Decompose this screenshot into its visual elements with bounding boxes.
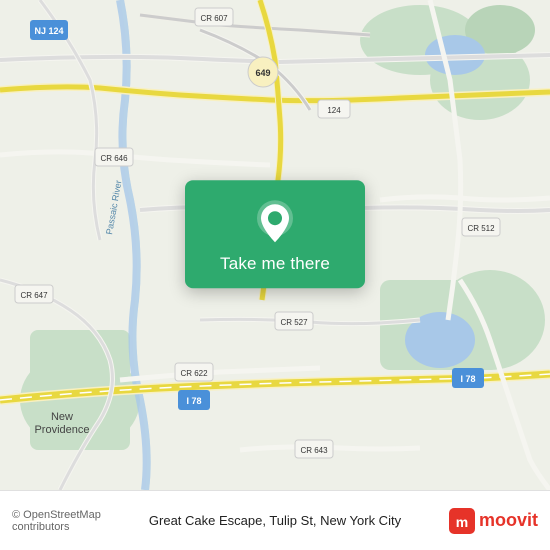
svg-text:CR 527: CR 527: [280, 318, 308, 327]
svg-text:Providence: Providence: [34, 424, 89, 436]
moovit-logo: m moovit: [411, 508, 539, 534]
svg-text:CR 607: CR 607: [200, 14, 228, 23]
svg-text:I 78: I 78: [460, 374, 475, 384]
svg-text:124: 124: [327, 106, 341, 115]
overlay-card[interactable]: Take me there: [185, 180, 365, 288]
svg-text:CR 512: CR 512: [467, 224, 495, 233]
take-me-there-button[interactable]: Take me there: [220, 254, 330, 274]
svg-text:NJ 124: NJ 124: [34, 26, 63, 36]
svg-text:CR 643: CR 643: [300, 446, 328, 455]
location-pin-icon: [251, 198, 299, 246]
location-label: Great Cake Escape, Tulip St, New York Ci…: [148, 513, 403, 528]
bottom-bar: © OpenStreetMap contributors Great Cake …: [0, 490, 550, 550]
svg-text:CR 646: CR 646: [100, 154, 128, 163]
svg-text:I 78: I 78: [186, 396, 201, 406]
moovit-text: moovit: [479, 510, 538, 531]
svg-text:CR 622: CR 622: [180, 369, 208, 378]
svg-text:m: m: [456, 514, 468, 530]
copyright-text: © OpenStreetMap contributors: [12, 509, 140, 533]
svg-text:CR 647: CR 647: [20, 291, 48, 300]
map-container: NJ 124 CR 607 649 124 CR 646 CR 512 CR 5…: [0, 0, 550, 490]
svg-text:New: New: [51, 411, 73, 423]
svg-text:649: 649: [255, 68, 270, 78]
moovit-icon: m: [449, 508, 475, 534]
